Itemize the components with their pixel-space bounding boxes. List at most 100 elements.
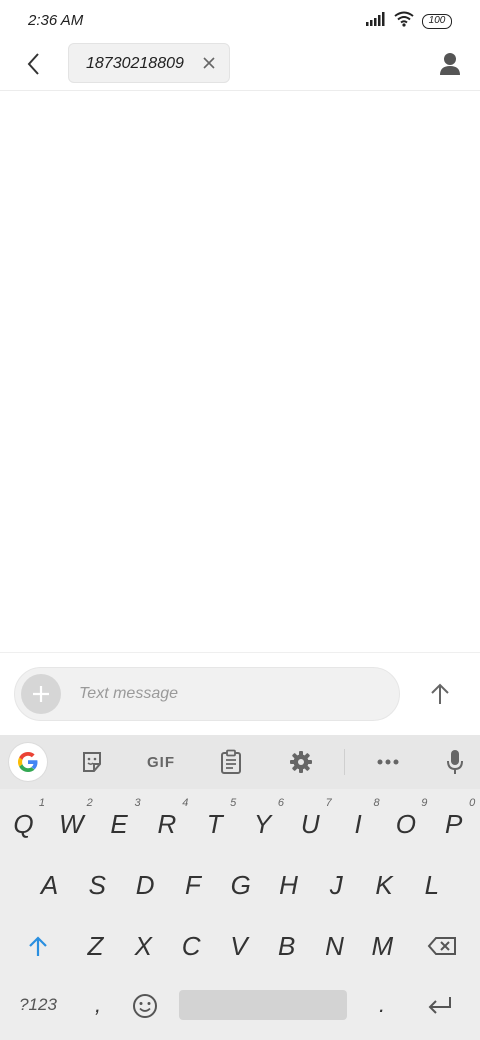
symbols-key-label: ?123 — [19, 995, 57, 1014]
microphone-icon — [447, 750, 463, 774]
arrow-up-icon — [431, 683, 449, 704]
settings-button[interactable] — [283, 744, 319, 780]
key-d[interactable]: D — [122, 864, 169, 906]
gif-button[interactable]: GIF — [137, 744, 185, 780]
period-key[interactable]: . — [364, 985, 400, 1025]
compose-field — [14, 667, 400, 721]
key-label: B — [278, 930, 296, 961]
gear-icon — [290, 751, 312, 773]
emoji-icon — [133, 994, 157, 1018]
key-l[interactable]: L — [408, 864, 455, 906]
sticker-button[interactable] — [74, 744, 110, 780]
wifi-icon — [394, 11, 414, 32]
google-search-button[interactable] — [9, 743, 47, 781]
period-key-label: . — [378, 992, 386, 1017]
key-hint: 3 — [134, 797, 141, 809]
back-button[interactable] — [18, 48, 50, 80]
keyboard: G I F ?123 , . Q 1 W 2 E 3 R 4 T 5 Y 6 U 7… — [0, 735, 480, 1040]
key-label: W — [59, 808, 84, 839]
key-i[interactable]: I8 — [335, 797, 382, 845]
key-label: O — [395, 808, 416, 839]
key-f[interactable]: F — [169, 864, 216, 906]
key-h[interactable]: H — [265, 864, 312, 906]
google-icon — [18, 752, 38, 772]
keyboard-toolbar: GIF — [0, 735, 480, 789]
key-hint: 5 — [230, 797, 237, 809]
key-z[interactable]: Z — [72, 925, 119, 967]
key-s[interactable]: S — [74, 864, 121, 906]
key-g[interactable]: G — [217, 864, 264, 906]
backspace-key[interactable] — [418, 925, 466, 967]
key-b[interactable]: B — [263, 925, 310, 967]
key-label: C — [181, 930, 201, 961]
key-e[interactable]: E3 — [96, 797, 143, 845]
battery-icon: 100 — [422, 13, 452, 29]
key-hint: 6 — [277, 797, 284, 809]
key-label: N — [325, 930, 344, 961]
status-time: 2:36 AM — [28, 12, 84, 29]
key-label: X — [134, 930, 152, 961]
recipient-chip[interactable]: 18730218809 — [68, 43, 230, 83]
symbols-key[interactable]: ?123 — [12, 987, 64, 1023]
space-key[interactable] — [179, 990, 347, 1020]
comma-key[interactable]: , — [80, 985, 116, 1025]
key-hint: 2 — [86, 797, 93, 809]
send-button[interactable] — [422, 676, 458, 712]
key-y[interactable]: Y6 — [239, 797, 286, 845]
key-hint: 8 — [373, 797, 380, 809]
key-label: Z — [87, 930, 104, 961]
key-v[interactable]: V — [215, 925, 262, 967]
close-icon[interactable] — [201, 55, 217, 71]
clipboard-button[interactable] — [213, 744, 249, 780]
key-p[interactable]: P0 — [430, 797, 477, 845]
key-label: I — [354, 808, 362, 839]
key-label: G — [230, 869, 251, 900]
key-label: J — [329, 869, 343, 900]
enter-icon — [428, 997, 451, 1014]
more-dots-icon — [377, 759, 399, 765]
key-q[interactable]: Q1 — [0, 797, 47, 845]
plus-icon — [33, 686, 49, 702]
key-x[interactable]: X — [120, 925, 167, 967]
enter-key[interactable] — [420, 987, 460, 1023]
key-u[interactable]: U7 — [287, 797, 334, 845]
key-label: M — [371, 930, 394, 961]
key-w[interactable]: W2 — [48, 797, 95, 845]
key-j[interactable]: J — [313, 864, 360, 906]
key-n[interactable]: N — [311, 925, 358, 967]
key-a[interactable]: A — [26, 864, 73, 906]
shift-arrow-icon — [29, 936, 47, 956]
key-label: L — [424, 869, 440, 900]
backspace-icon — [427, 937, 456, 955]
key-label: E — [110, 808, 128, 839]
message-input[interactable] — [79, 676, 379, 712]
emoji-key[interactable] — [126, 987, 164, 1025]
key-k[interactable]: K — [361, 864, 408, 906]
key-r[interactable]: R4 — [143, 797, 190, 845]
key-label: D — [135, 869, 155, 900]
key-hint: 9 — [421, 797, 428, 809]
voice-input-button[interactable] — [437, 744, 473, 780]
signal-icon — [366, 11, 386, 31]
shift-key[interactable] — [16, 925, 60, 967]
key-t[interactable]: T5 — [191, 797, 238, 845]
key-label: H — [279, 869, 298, 900]
key-label: Q — [13, 808, 34, 839]
key-c[interactable]: C — [168, 925, 215, 967]
gif-label: GIF — [147, 753, 175, 771]
key-label: Y — [253, 808, 272, 839]
more-button[interactable] — [370, 744, 406, 780]
key-hint: 7 — [325, 797, 332, 809]
key-hint: 0 — [469, 797, 476, 809]
toolbar-divider — [344, 749, 345, 775]
attach-button[interactable] — [21, 674, 61, 714]
compose-divider — [0, 652, 480, 653]
back-arrow-icon — [27, 53, 39, 75]
sticker-icon — [83, 752, 101, 772]
key-hint: 1 — [38, 797, 45, 809]
status-icons: 100 — [366, 11, 452, 32]
key-label: F — [184, 869, 201, 900]
contact-button[interactable] — [434, 48, 466, 80]
key-m[interactable]: M — [359, 925, 406, 967]
key-o[interactable]: O9 — [382, 797, 429, 845]
